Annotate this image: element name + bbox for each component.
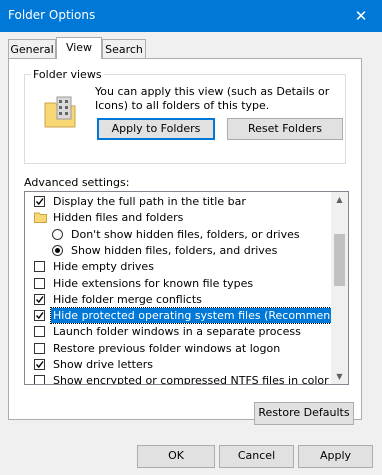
title-bar: Folder Options ✕ — [0, 0, 382, 32]
ok-button[interactable]: OK — [137, 445, 215, 468]
advanced-setting-row[interactable]: Restore previous folder windows at logon — [25, 341, 331, 357]
reset-folders-label: Reset Folders — [248, 122, 322, 135]
advanced-setting-row[interactable]: Hide protected operating system files (R… — [25, 307, 348, 325]
checkbox-checked[interactable] — [34, 293, 45, 305]
checkbox[interactable] — [34, 277, 45, 289]
tab-label: View — [65, 41, 93, 54]
folder-icon — [34, 211, 47, 226]
scrollbar[interactable]: ▲ ▼ — [331, 192, 348, 384]
apply-label: Apply — [319, 449, 352, 462]
advanced-setting-row[interactable]: Launch folder windows in a separate proc… — [25, 324, 331, 340]
ok-label: OK — [168, 449, 184, 462]
advanced-settings-label: Advanced settings: — [24, 176, 130, 189]
checkbox-checked[interactable] — [34, 359, 45, 370]
window-title: Folder Options — [8, 8, 96, 22]
checkbox[interactable] — [34, 326, 45, 338]
folder-views-legend: Folder views — [33, 68, 102, 81]
tab-general[interactable]: General — [8, 39, 56, 59]
advanced-setting-label: Show hidden files, folders, and drives — [71, 243, 278, 257]
advanced-setting-label: Hide empty drives — [53, 260, 154, 274]
advanced-setting-row[interactable]: Hide folder merge conflicts — [25, 292, 331, 308]
checkbox-checked[interactable] — [34, 196, 45, 207]
scrollbar-thumb[interactable] — [334, 234, 345, 286]
cancel-button[interactable]: Cancel — [219, 445, 294, 468]
radio[interactable] — [52, 228, 63, 240]
advanced-setting-label: Hide folder merge conflicts — [53, 292, 202, 306]
advanced-setting-row: Hidden files and folders — [25, 210, 331, 226]
folder-views-description: You can apply this view (such as Details… — [95, 85, 330, 112]
advanced-setting-row[interactable]: Show hidden files, folders, and drives — [25, 243, 331, 259]
tab-label: Search — [105, 43, 143, 56]
radio-selected[interactable] — [52, 244, 63, 256]
advanced-setting-label: Hide extensions for known file types — [53, 276, 254, 290]
advanced-setting-label: Hidden files and folders — [53, 211, 184, 225]
tab-search[interactable]: Search — [102, 39, 146, 59]
scroll-down-icon[interactable]: ▼ — [331, 369, 348, 384]
checkbox[interactable] — [34, 375, 45, 384]
advanced-setting-row[interactable]: Show drive letters — [25, 357, 331, 373]
advanced-setting-row[interactable]: Show encrypted or compressed NTFS files … — [25, 373, 331, 385]
restore-defaults-label: Restore Defaults — [258, 406, 350, 419]
advanced-setting-row[interactable]: Hide extensions for known file types — [25, 276, 331, 292]
advanced-setting-label: Show drive letters — [53, 358, 153, 371]
advanced-setting-label: Hide protected operating system files (R… — [49, 307, 348, 325]
restore-defaults-button[interactable]: Restore Defaults — [254, 402, 354, 425]
folder-views-icon — [44, 96, 76, 128]
advanced-settings-list: Display the full path in the title bar Hi… — [24, 191, 349, 385]
apply-to-folders-button[interactable]: Apply to Folders — [97, 118, 215, 140]
view-tab-panel: Folder views You can apply this view (su… — [8, 58, 362, 425]
advanced-setting-label: Launch folder windows in a separate proc… — [53, 325, 301, 339]
tab-view[interactable]: View — [56, 37, 102, 59]
close-icon[interactable]: ✕ — [348, 4, 374, 28]
advanced-setting-label: Show encrypted or compressed NTFS files … — [53, 374, 329, 385]
advanced-setting-row[interactable]: Hide empty drives — [25, 259, 331, 275]
checkbox[interactable] — [34, 342, 45, 354]
apply-to-folders-label: Apply to Folders — [111, 122, 201, 135]
advanced-setting-label: Restore previous folder windows at logon — [53, 341, 281, 355]
scroll-up-icon[interactable]: ▲ — [331, 192, 348, 207]
checkbox-checked[interactable] — [34, 310, 45, 322]
advanced-setting-row[interactable]: Don't show hidden files, folders, or dri… — [25, 227, 331, 243]
advanced-setting-label: Don't show hidden files, folders, or dri… — [71, 227, 300, 241]
cancel-label: Cancel — [237, 449, 276, 462]
tab-label: General — [10, 43, 54, 56]
checkbox[interactable] — [34, 261, 45, 273]
advanced-setting-label: Display the full path in the title bar — [53, 195, 246, 208]
advanced-setting-row[interactable]: Display the full path in the title bar — [25, 194, 331, 210]
apply-button[interactable]: Apply — [298, 445, 373, 468]
reset-folders-button[interactable]: Reset Folders — [227, 118, 343, 140]
